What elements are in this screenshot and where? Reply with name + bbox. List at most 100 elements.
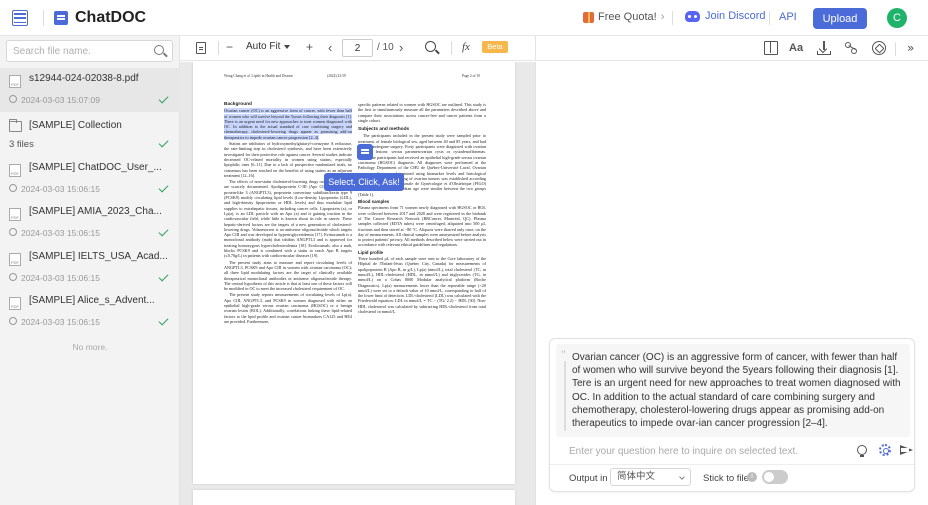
file-name: [SAMPLE] ChatDOC_User_...	[29, 162, 162, 173]
divider	[451, 41, 452, 55]
pdf-file-icon: PDF	[9, 164, 21, 177]
check-icon	[158, 137, 169, 148]
join-discord-link[interactable]: Join Discord	[685, 10, 766, 22]
paragraph: Three hundred μL of each sample were sen…	[358, 256, 486, 314]
discord-icon	[685, 10, 700, 22]
zoom-in-button[interactable]: +	[306, 40, 313, 54]
file-item[interactable]: PDF [SAMPLE] ChatDOC_User_... 2024-03-03…	[0, 157, 180, 201]
translate-icon[interactable]: Aa	[789, 41, 803, 55]
page-column-left[interactable]: Background Ovarian cancer (OC) is an agg…	[224, 102, 352, 325]
page-column-right[interactable]: specific patterns related to women with …	[358, 102, 486, 315]
stick-to-file-toggle[interactable]	[762, 470, 788, 484]
settings-icon[interactable]	[879, 444, 891, 456]
search-icon[interactable]	[154, 45, 164, 55]
mindmap-icon[interactable]	[844, 41, 858, 55]
pdf-viewer[interactable]: Wong Chang et al. Lipids in Health and D…	[180, 62, 535, 505]
upload-button[interactable]: Upload	[813, 8, 867, 29]
output-language-select[interactable]: 简体中文	[610, 468, 691, 486]
outline-icon[interactable]	[196, 42, 206, 54]
prev-page-button[interactable]: ‹	[328, 40, 332, 55]
file-time: 2024-03-03 15:06:15	[21, 184, 100, 194]
book-icon[interactable]	[764, 41, 778, 55]
check-icon	[158, 182, 169, 193]
free-quota-label: Free Quota!	[598, 11, 657, 23]
pdf-file-icon: PDF	[9, 297, 21, 310]
select-click-ask-button[interactable]: Select, Click, Ask!	[324, 173, 404, 191]
page-total: / 10	[377, 42, 394, 53]
check-icon	[158, 93, 169, 104]
avatar[interactable]: C	[887, 8, 907, 28]
divider	[43, 10, 44, 26]
model-icon[interactable]	[872, 41, 886, 55]
pdf-toolbar: − Auto Fit + ‹ / 10 › fx Beta	[180, 36, 535, 61]
formula-button[interactable]: fx	[462, 41, 470, 53]
paragraph: Plasma specimens from 71 women newly dia…	[358, 205, 486, 248]
subsection-title: Blood samples	[358, 199, 390, 205]
chevron-right-icon: ›	[660, 11, 665, 23]
paragraph: The effects of non-statin cholesterol-lo…	[224, 179, 352, 259]
file-time: 2024-03-03 15:06:15	[21, 228, 100, 238]
gift-icon	[583, 11, 594, 23]
quote-text: Ovarian cancer (OC) is an aggressive for…	[572, 352, 901, 430]
check-icon	[158, 271, 169, 282]
pdf-page-next[interactable]	[193, 490, 515, 505]
page-number-input[interactable]	[342, 39, 373, 57]
quote-bar	[564, 361, 566, 431]
download-icon[interactable]	[817, 41, 831, 55]
search-icon[interactable]	[425, 41, 436, 52]
file-item[interactable]: PDF [SAMPLE] Alice_s_Advent... 2024-03-0…	[0, 290, 180, 334]
folder-icon	[9, 119, 22, 132]
send-icon[interactable]	[900, 443, 913, 456]
info-icon[interactable]: i	[747, 472, 757, 482]
sidebar-toggle-icon[interactable]	[12, 10, 28, 26]
api-link[interactable]: API	[779, 11, 797, 23]
chat-bubble-icon[interactable]	[357, 144, 373, 160]
file-item[interactable]: PDF s12944-024-02038-8.pdf 2024-03-03 15…	[0, 68, 180, 112]
output-language-label: Output in	[569, 473, 608, 484]
file-name: [SAMPLE] IELTS_USA_Acad...	[29, 251, 168, 262]
check-icon	[158, 226, 169, 237]
file-item[interactable]: PDF [SAMPLE] AMIA_2023_Cha... 2024-03-03…	[0, 201, 180, 245]
pdf-file-icon: PDF	[9, 75, 21, 88]
clock-icon	[9, 317, 17, 325]
divider	[218, 41, 219, 55]
collapse-panel-icon[interactable]: »	[907, 41, 921, 55]
section-title: Subjects and methods	[358, 127, 410, 133]
page-header-mid: (2024) 23:59	[327, 74, 346, 78]
app-root: ChatDOC Free Quota! › Join Discord API U…	[0, 0, 928, 505]
chevron-down-icon[interactable]	[284, 45, 290, 49]
check-icon	[158, 315, 169, 326]
selected-text-quote: " Ovarian cancer (OC) is an aggressive f…	[556, 344, 910, 437]
free-quota-link[interactable]: Free Quota! ›	[583, 11, 664, 23]
quote-icon: "	[561, 347, 566, 361]
page-header-left: Wong Chang et al. Lipids in Health and D…	[224, 74, 294, 78]
chat-panel: " Ovarian cancer (OC) is an aggressive f…	[535, 62, 928, 505]
file-time: 2024-03-03 15:06:15	[21, 273, 100, 283]
chevron-down-icon	[679, 474, 685, 480]
question-input[interactable]	[569, 443, 839, 459]
subsection-title: Lipid profile	[358, 249, 384, 255]
pdf-page[interactable]: Wong Chang et al. Lipids in Health and D…	[193, 62, 515, 484]
zoom-select[interactable]: Auto Fit	[246, 41, 280, 52]
file-name: s12944-024-02038-8.pdf	[29, 73, 139, 84]
file-time: 2024-03-03 15:07:09	[21, 95, 100, 105]
beta-badge: Beta	[482, 41, 508, 53]
file-sidebar: PDF s12944-024-02038-8.pdf 2024-03-03 15…	[0, 36, 180, 505]
folder-name: [SAMPLE] Collection	[29, 120, 122, 131]
join-discord-label: Join Discord	[705, 10, 766, 22]
top-bar: ChatDOC Free Quota! › Join Discord API U…	[0, 0, 928, 36]
pdf-file-icon: PDF	[9, 208, 21, 221]
paragraph: The present study reports measurements o…	[224, 292, 352, 324]
search-input[interactable]	[13, 44, 148, 59]
no-more-label: No more.	[72, 342, 108, 352]
next-page-button[interactable]: ›	[399, 40, 403, 55]
folder-item[interactable]: [SAMPLE] Collection 3 files	[0, 112, 180, 156]
highlighted-text[interactable]: Ovarian cancer (OC) is an aggressive for…	[224, 108, 352, 140]
folder-file-count: 3 files	[9, 139, 34, 150]
zoom-out-button[interactable]: −	[226, 40, 233, 54]
app-title: ChatDOC	[75, 9, 147, 26]
chatdoc-logo-icon	[54, 11, 68, 25]
lightbulb-icon[interactable]	[857, 445, 867, 457]
clock-icon	[9, 95, 17, 103]
file-item[interactable]: PDF [SAMPLE] IELTS_USA_Acad... 2024-03-0…	[0, 246, 180, 290]
